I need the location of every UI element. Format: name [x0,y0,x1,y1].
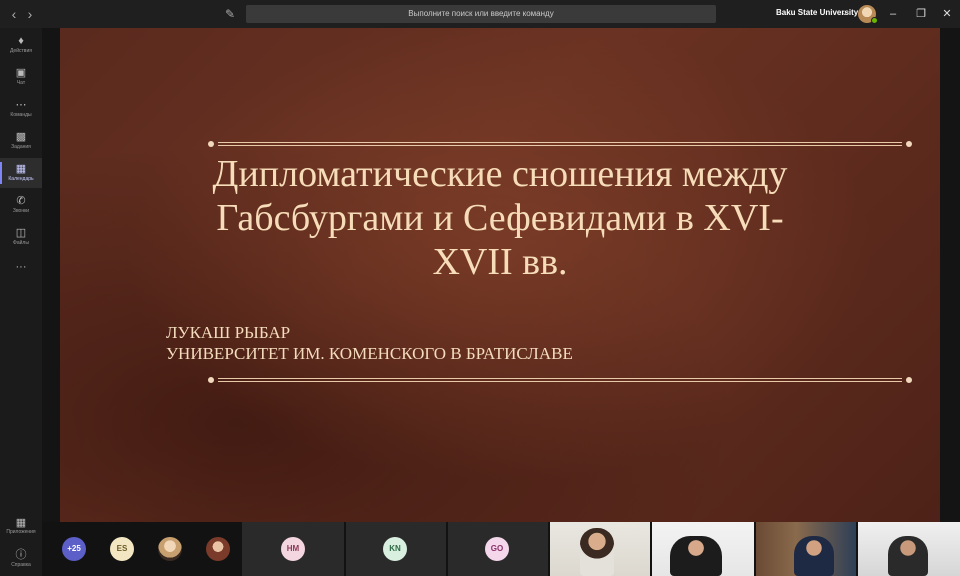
title-line: Дипломатические сношения между [212,153,788,195]
teams-icon: ⋯ [15,99,27,111]
rail-item-teams[interactable]: ⋯ Команды [0,94,42,124]
help-label: Справка [11,562,31,568]
bell-icon: ♦ [18,35,24,47]
participant-figure [888,536,928,576]
rail-item-chat[interactable]: ▣ Чат [0,62,42,92]
participant-avatar-hm[interactable]: HM [281,537,305,561]
apps-button[interactable]: ▦ Приложения [0,516,42,535]
files-icon: ◫ [15,227,27,239]
forward-icon[interactable]: › [22,6,38,22]
apps-icon: ▦ [15,517,27,529]
apps-label: Приложения [6,529,36,535]
participant-video-2[interactable] [652,522,754,576]
participant-avatar-photo[interactable] [206,537,230,561]
participant-avatar-go[interactable]: GO [485,537,509,561]
participant-video-4[interactable] [858,522,960,576]
chat-icon: ▣ [15,67,27,79]
author-affiliation: УНИВЕРСИТЕТ ИМ. КОМЕНСКОГО В БРАТИСЛАВЕ [166,344,573,363]
slide-rule-top [208,141,912,147]
rule-dot [208,141,214,147]
rule-dot [906,141,912,147]
author-name: ЛУКАШ РЫБАР [166,323,291,342]
participant-avatar-es[interactable]: ES [110,537,134,561]
rail-label: Задания [11,144,31,150]
rail-label: Команды [10,112,32,118]
participant-figure [794,536,834,576]
rail-item-files[interactable]: ◫ Файлы [0,222,42,252]
title-line: Габсбургами и Сефевидами в XVI- [216,197,784,239]
slide-rule-bottom [208,377,912,383]
rule-dot [906,377,912,383]
rail-label: Действия [10,48,32,54]
shared-slide: Дипломатические сношения между Габсбурга… [60,28,940,522]
slide-subtitle: ЛУКАШ РЫБАР УНИВЕРСИТЕТ ИМ. КОМЕНСКОГО В… [166,322,573,364]
calendar-icon: ▦ [15,163,27,175]
rule-dot [208,377,214,383]
app-rail: ♦ Действия ▣ Чат ⋯ Команды ▩ Задания ▦ К… [0,28,42,576]
maximize-icon[interactable]: ❐ [913,6,929,22]
rail-label: Файлы [13,240,29,246]
rail-label: Чат [16,80,26,86]
title-line: XVII вв. [432,241,568,283]
title-bar: ‹ › ✎ Выполните поиск или введите команд… [0,0,960,28]
rail-item-calendar[interactable]: ▦ Календарь [0,158,42,188]
help-button[interactable]: ⓘ Справка [0,546,42,568]
search-input[interactable]: Выполните поиск или введите команду [246,5,716,23]
participant-video-1[interactable] [550,522,650,576]
phone-icon: ✆ [16,195,26,207]
rail-item-activity[interactable]: ♦ Действия [0,30,42,60]
compose-icon[interactable]: ✎ [222,6,238,22]
close-icon[interactable]: ✕ [939,6,955,22]
back-icon[interactable]: ‹ [6,6,22,22]
participant-video-3[interactable] [756,522,856,576]
participant-figure [580,528,614,576]
rail-label: Звонки [12,208,30,214]
chevron-down-icon[interactable]: ⌄ [841,8,848,17]
participant-avatar-photo[interactable] [158,537,182,561]
rail-label: Календарь [8,176,34,182]
presence-icon [871,17,878,24]
participant-avatar-kn[interactable]: KN [383,537,407,561]
assignments-icon: ▩ [15,131,27,143]
more-apps-button[interactable]: ··· [0,256,42,286]
slide-title: Дипломатические сношения между Габсбурга… [160,152,840,284]
participant-figure [670,536,722,576]
overflow-participants-badge[interactable]: +25 [62,537,86,561]
help-icon: ⓘ [15,549,27,561]
rail-item-assignments[interactable]: ▩ Задания [0,126,42,156]
rail-item-calls[interactable]: ✆ Звонки [0,190,42,220]
minimize-icon[interactable]: – [885,6,901,22]
more-icon: ··· [15,261,27,273]
rail-bottom: ▦ Приложения ⓘ Справка [0,512,42,576]
